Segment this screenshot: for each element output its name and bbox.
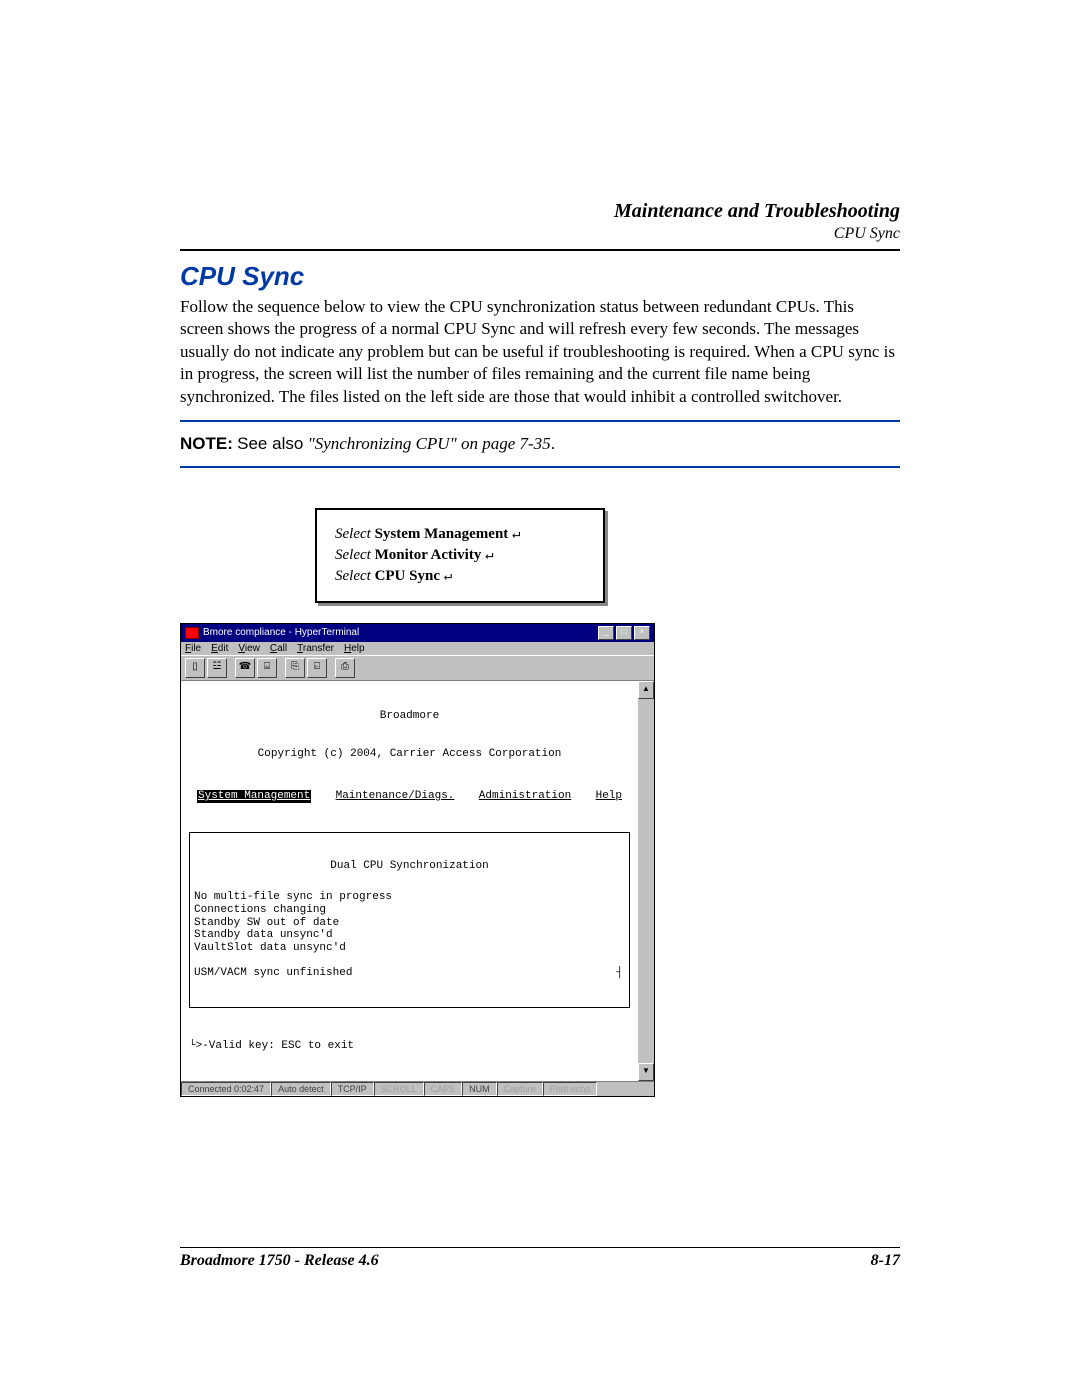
status-capture: Capture	[497, 1082, 543, 1096]
note-reference-link[interactable]: "Synchronizing CPU" on page 7-35	[308, 434, 551, 453]
status-print-echo: Print echo	[543, 1082, 598, 1096]
menu-view[interactable]: View	[238, 643, 260, 654]
step-item: CPU Sync	[375, 568, 440, 584]
terminal-menu-row: System Management Maintenance/Diags. Adm…	[187, 790, 632, 803]
terminal-box-title: Dual CPU Synchronization	[194, 860, 625, 873]
status-protocol: TCP/IP	[331, 1082, 374, 1096]
window-minimize-button[interactable]: _	[598, 626, 614, 640]
footer-page-number: 8-17	[871, 1252, 900, 1270]
note-rule-bottom	[180, 466, 900, 468]
note-see-also: See also	[237, 434, 303, 453]
step-select-word: Select	[335, 526, 371, 542]
page-footer: Broadmore 1750 - Release 4.6 8-17	[180, 1247, 900, 1270]
terminal-menu-system-management[interactable]: System Management	[197, 790, 311, 803]
step-line: Select System Management ↵	[335, 524, 585, 545]
toolbar-disconnect-icon[interactable]: ⌸	[257, 658, 277, 678]
window-close-button[interactable]: ×	[634, 626, 650, 640]
terminal-menu-administration[interactable]: Administration	[479, 790, 571, 803]
toolbar-open-icon[interactable]: ☳	[207, 658, 227, 678]
section-subtitle: CPU Sync	[180, 225, 900, 243]
step-item: Monitor Activity	[375, 547, 482, 563]
step-select-word: Select	[335, 568, 371, 584]
return-icon: ↵	[512, 527, 520, 543]
terminal-divider-glyph: ┤	[616, 967, 623, 980]
toolbar-send-icon[interactable]: ⎘	[285, 658, 305, 678]
status-num: NUM	[462, 1082, 497, 1096]
toolbar-properties-icon[interactable]: ⎙	[335, 658, 355, 678]
steps-box: Select System Management ↵ Select Monito…	[315, 508, 605, 603]
vertical-scrollbar[interactable]: ▲ ▼	[638, 681, 654, 1082]
menu-file[interactable]: File	[185, 643, 201, 654]
scroll-up-icon[interactable]: ▲	[638, 681, 654, 699]
menu-transfer[interactable]: Transfer	[297, 643, 334, 654]
hyperterminal-window: Bmore compliance - HyperTerminal _ □ × F…	[180, 623, 655, 1098]
window-title: Bmore compliance - HyperTerminal	[203, 627, 359, 638]
step-select-word: Select	[335, 547, 371, 563]
status-connected: Connected 0:02:47	[181, 1082, 271, 1096]
scrollbar-track[interactable]	[638, 699, 654, 1064]
step-item: System Management	[375, 526, 509, 542]
menu-edit[interactable]: Edit	[211, 643, 228, 654]
toolbar-separator	[329, 658, 333, 678]
menu-call[interactable]: Call	[270, 643, 287, 654]
toolbar-separator	[229, 658, 233, 678]
menu-help[interactable]: Help	[344, 643, 365, 654]
toolbar-receive-icon[interactable]: ⍇	[307, 658, 327, 678]
window-statusbar: Connected 0:02:47 Auto detect TCP/IP SCR…	[181, 1081, 654, 1096]
terminal-output-line: No multi-file sync in progress	[194, 891, 392, 903]
window-maximize-button[interactable]: □	[616, 626, 632, 640]
window-titlebar[interactable]: Bmore compliance - HyperTerminal _ □ ×	[181, 624, 654, 642]
footer-product: Broadmore 1750 - Release 4.6	[180, 1252, 379, 1270]
note-period: .	[551, 434, 555, 453]
app-icon	[185, 627, 199, 639]
header-rule	[180, 249, 900, 251]
toolbar-call-icon[interactable]: ☎	[235, 658, 255, 678]
terminal-menu-help[interactable]: Help	[596, 790, 622, 803]
terminal-banner-line: Broadmore	[187, 710, 632, 723]
note-line: NOTE: See also "Synchronizing CPU" on pa…	[180, 434, 900, 454]
terminal-output-line: Connections changing	[194, 904, 326, 916]
scroll-down-icon[interactable]: ▼	[638, 1063, 654, 1081]
status-auto-detect: Auto detect	[271, 1082, 331, 1096]
window-menubar: File Edit View Call Transfer Help	[181, 642, 654, 655]
terminal-banner-line: Copyright (c) 2004, Carrier Access Corpo…	[187, 748, 632, 761]
window-toolbar: ▯ ☳ ☎ ⌸ ⎘ ⍇ ⎙	[181, 655, 654, 681]
chapter-title: Maintenance and Troubleshooting	[180, 200, 900, 223]
note-rule-top	[180, 420, 900, 422]
document-page: Maintenance and Troubleshooting CPU Sync…	[0, 0, 1080, 1390]
terminal-output-line: USM/VACM sync unfinished	[194, 967, 352, 979]
note-label: NOTE:	[180, 434, 233, 453]
terminal-inner-box: Dual CPU Synchronization No multi-file s…	[189, 832, 630, 1008]
step-line: Select Monitor Activity ↵	[335, 545, 585, 566]
step-line: Select CPU Sync ↵	[335, 566, 585, 587]
terminal-output-line: Standby data unsync'd	[194, 929, 333, 941]
terminal-client-area[interactable]: Broadmore Copyright (c) 2004, Carrier Ac…	[181, 681, 638, 1082]
terminal-footer-hint: └>-Valid key: ESC to exit	[189, 1040, 630, 1053]
terminal-output-line: VaultSlot data unsync'd	[194, 942, 346, 954]
terminal-menu-maintenance[interactable]: Maintenance/Diags.	[336, 790, 455, 803]
section-heading: CPU Sync	[180, 261, 900, 292]
status-scroll: SCROLL	[374, 1082, 424, 1096]
toolbar-new-icon[interactable]: ▯	[185, 658, 205, 678]
return-icon: ↵	[444, 569, 452, 585]
toolbar-separator	[279, 658, 283, 678]
terminal-output-line: Standby SW out of date	[194, 917, 339, 929]
body-paragraph: Follow the sequence below to view the CP…	[180, 296, 900, 408]
status-caps: CAPS	[424, 1082, 463, 1096]
return-icon: ↵	[485, 548, 493, 564]
